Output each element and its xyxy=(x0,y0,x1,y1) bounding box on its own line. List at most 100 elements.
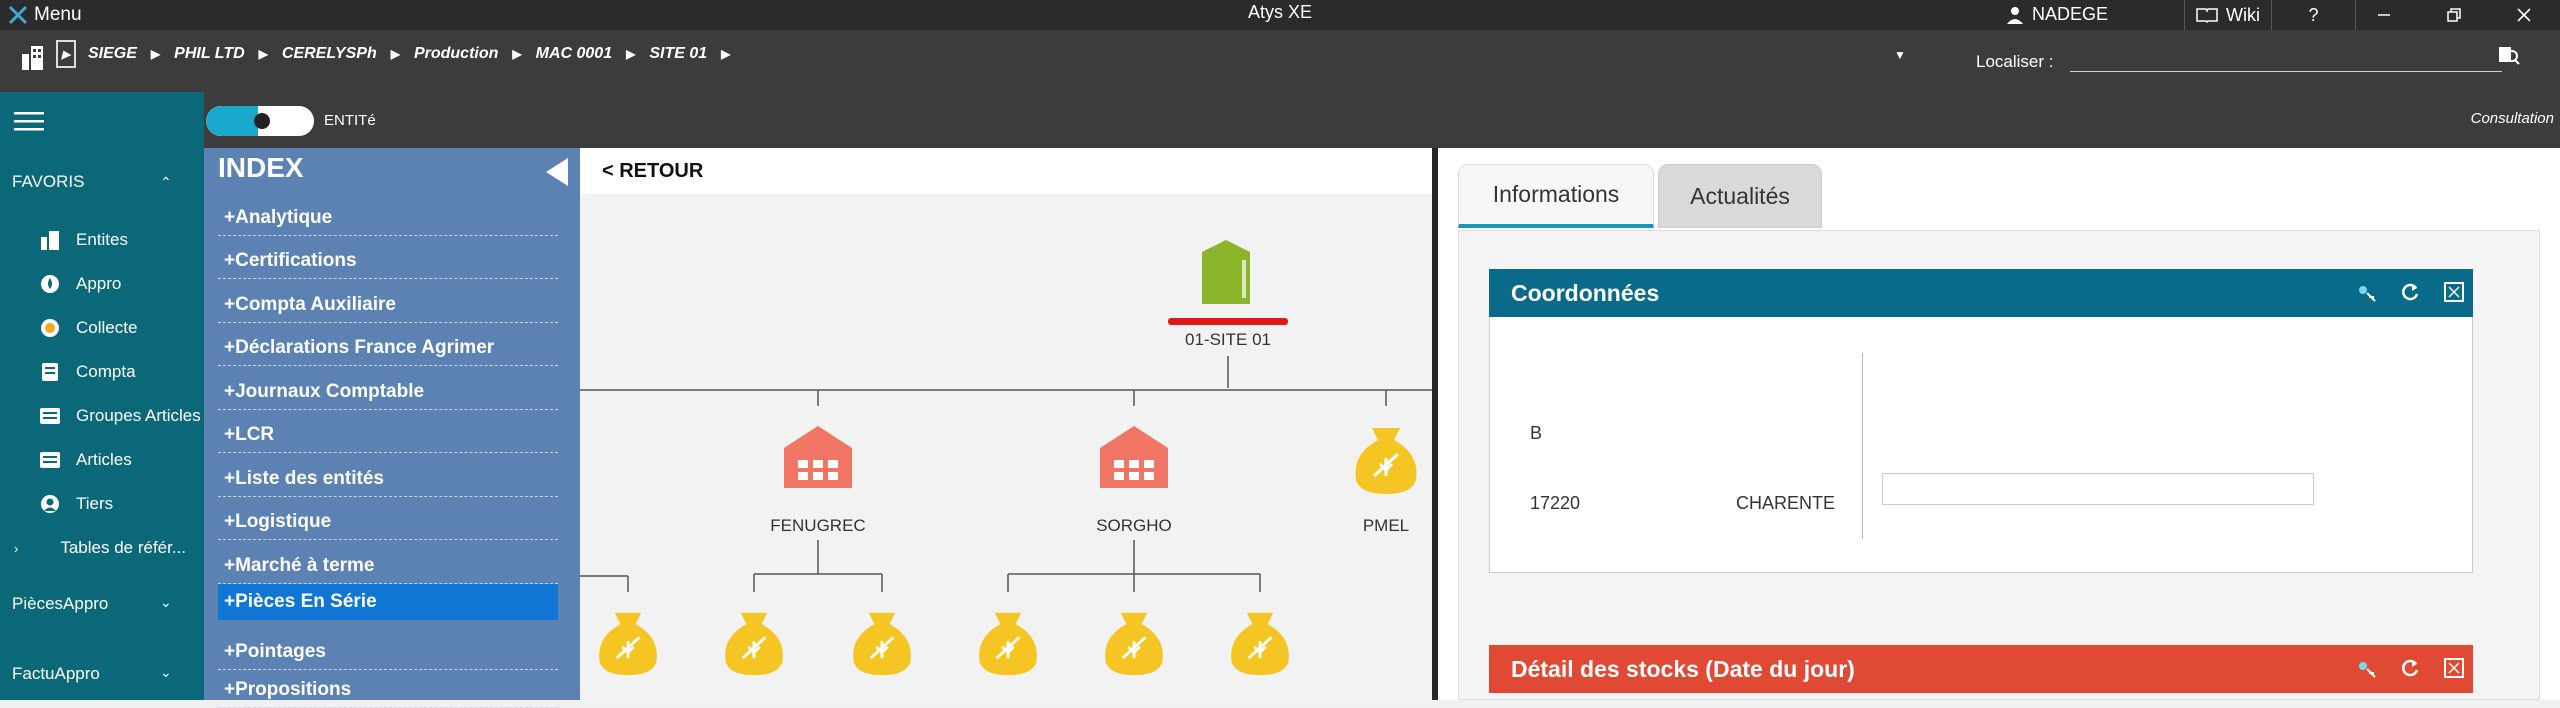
toggle-on-track xyxy=(206,106,258,136)
card-header: Coordonnées xyxy=(1489,269,2473,317)
index-item[interactable]: +Déclarations France Agrimer xyxy=(218,330,558,366)
index-panel: INDEX +Analytique +Certifications +Compt… xyxy=(204,148,580,708)
refresh-icon[interactable] xyxy=(2399,281,2421,303)
collapse-triangle-icon[interactable] xyxy=(546,158,568,186)
chevron-down-icon[interactable]: ⌄ xyxy=(160,594,172,611)
tab-actualites[interactable]: Actualités xyxy=(1658,164,1822,228)
breadcrumb-dropdown-icon[interactable]: ▼ xyxy=(1894,48,1906,62)
coordonnees-card: Coordonnées B 17220 CHARENTE xyxy=(1489,269,2473,573)
index-item[interactable]: +Pointages xyxy=(218,634,558,670)
sidebar-item-tables[interactable]: › Tables de référ... xyxy=(14,528,186,568)
minimize-button[interactable] xyxy=(2350,0,2418,30)
locate-label: Localiser : xyxy=(1976,52,2054,71)
sidebar-item-appro[interactable]: Appro xyxy=(40,264,121,304)
wiki-button[interactable]: Wiki xyxy=(2184,0,2272,30)
node-label[interactable]: SORGHO xyxy=(1054,516,1214,536)
sidebar-item-articles[interactable]: Articles xyxy=(40,440,132,480)
card-title: Coordonnées xyxy=(1511,279,1660,306)
grain-bag-icon[interactable] xyxy=(594,608,662,678)
breadcrumb-item[interactable]: MAC 0001 xyxy=(536,45,612,63)
index-item[interactable]: +Propositions xyxy=(218,672,558,708)
hamburger-icon[interactable] xyxy=(14,110,44,137)
locate-input[interactable] xyxy=(2070,46,2502,72)
node-label[interactable]: FENUGREC xyxy=(738,516,898,536)
index-item[interactable]: +LCR xyxy=(218,417,558,453)
toggle-label: ENTITé xyxy=(324,112,376,129)
index-item[interactable]: +Analytique xyxy=(218,200,558,236)
tab-informations[interactable]: Informations xyxy=(1458,164,1654,228)
breadcrumb-item[interactable]: SITE 01 xyxy=(649,45,707,63)
sidebar-item-label: Collecte xyxy=(76,318,138,337)
sidebar-item-compta[interactable]: Compta xyxy=(40,352,136,392)
stocks-card: Détail des stocks (Date du jour) xyxy=(1489,645,2473,693)
section-label: FactuAppro xyxy=(12,664,100,683)
wiki-label: Wiki xyxy=(2226,4,2260,25)
breadcrumb: ▶ SIEGE ▶ PHIL LTD ▶ CERELYSPh ▶ Production… xyxy=(56,40,744,68)
tab-content: Coordonnées B 17220 CHARENTE Détail des … xyxy=(1458,230,2540,700)
breadcrumb-item[interactable]: Production xyxy=(414,45,498,63)
doc-icon xyxy=(40,362,60,382)
sidebar: FAVORIS ⌃ Entites Appro Collecte Compta … xyxy=(0,92,204,700)
sidebar-item-tiers[interactable]: Tiers xyxy=(40,484,113,524)
grain-bag-icon[interactable] xyxy=(848,608,916,678)
index-item[interactable]: +Marché à terme xyxy=(218,548,558,584)
toggle-knob xyxy=(254,113,270,129)
sidebar-item-collecte[interactable]: Collecte xyxy=(40,308,137,348)
expand-icon[interactable] xyxy=(2443,657,2465,679)
favoris-label: FAVORIS xyxy=(12,172,85,191)
sidebar-item-label: Entites xyxy=(76,230,128,249)
building-icon[interactable] xyxy=(22,44,44,75)
restore-button[interactable] xyxy=(2420,0,2488,30)
locate-pin-icon[interactable] xyxy=(2355,657,2377,679)
index-item[interactable]: +Liste des entités xyxy=(218,461,558,497)
user-menu[interactable]: NADEGE xyxy=(2006,4,2108,25)
locate-search-icon[interactable] xyxy=(2498,44,2520,71)
sidebar-item-label: Compta xyxy=(76,362,136,381)
menu-button[interactable]: Menu xyxy=(8,4,82,26)
card-title: Détail des stocks (Date du jour) xyxy=(1511,655,1855,682)
entity-toggle[interactable] xyxy=(206,106,314,136)
help-button[interactable]: ? xyxy=(2272,0,2356,30)
index-item[interactable]: +Logistique xyxy=(218,504,558,540)
breadcrumb-item[interactable]: PHIL LTD xyxy=(174,45,245,63)
breadcrumb-item[interactable]: CERELYSPh xyxy=(282,45,377,63)
pieces-appro-section[interactable]: PiècesAppro xyxy=(12,594,108,614)
index-item[interactable]: +Compta Auxiliaire xyxy=(218,287,558,323)
coin-icon xyxy=(40,318,60,338)
chevron-down-icon[interactable]: ⌄ xyxy=(160,664,172,681)
app-logo-icon xyxy=(8,5,28,25)
coords-input[interactable] xyxy=(1882,473,2314,505)
grain-bag-icon[interactable] xyxy=(720,608,788,678)
chevron-right-icon: ▶ xyxy=(721,47,731,61)
grain-bag-icon[interactable] xyxy=(1350,424,1422,496)
favoris-section[interactable]: FAVORIS xyxy=(12,172,84,192)
locate-pin-icon[interactable] xyxy=(2355,281,2377,303)
chevron-right-icon: ▶ xyxy=(626,47,636,61)
divider xyxy=(1862,353,1863,539)
silo-icon[interactable] xyxy=(1194,238,1258,312)
divider xyxy=(0,82,2560,92)
user-icon xyxy=(2007,6,2023,24)
chevron-up-icon[interactable]: ⌃ xyxy=(160,174,172,191)
grain-bag-icon[interactable] xyxy=(974,608,1042,678)
breadcrumb-home-button[interactable]: ▶ xyxy=(56,40,76,68)
warehouse-icon[interactable] xyxy=(1098,424,1170,490)
warehouse-icon[interactable] xyxy=(782,424,854,490)
index-item-selected[interactable]: +Pièces En Série xyxy=(218,584,558,620)
sidebar-item-groupes-articles[interactable]: Groupes Articles xyxy=(40,396,201,436)
sidebar-item-label: Groupes Articles xyxy=(76,406,201,425)
title-bar: Menu Atys XE NADEGE Wiki ? xyxy=(0,0,2560,30)
breadcrumb-item[interactable]: SIEGE xyxy=(88,45,137,63)
root-node-label[interactable]: 01-SITE 01 xyxy=(1148,330,1308,350)
index-item[interactable]: +Certifications xyxy=(218,243,558,279)
sidebar-item-entites[interactable]: Entites xyxy=(40,220,128,260)
factu-appro-section[interactable]: FactuAppro xyxy=(12,664,100,684)
grain-bag-icon[interactable] xyxy=(1100,608,1168,678)
refresh-icon[interactable] xyxy=(2399,657,2421,679)
grain-bag-icon[interactable] xyxy=(1226,608,1294,678)
index-item[interactable]: +Journaux Comptable xyxy=(218,374,558,410)
expand-icon[interactable] xyxy=(2443,281,2465,303)
close-button[interactable] xyxy=(2490,0,2558,30)
node-label[interactable]: PMEL xyxy=(1306,516,1432,536)
chevron-right-icon: › xyxy=(14,540,19,556)
